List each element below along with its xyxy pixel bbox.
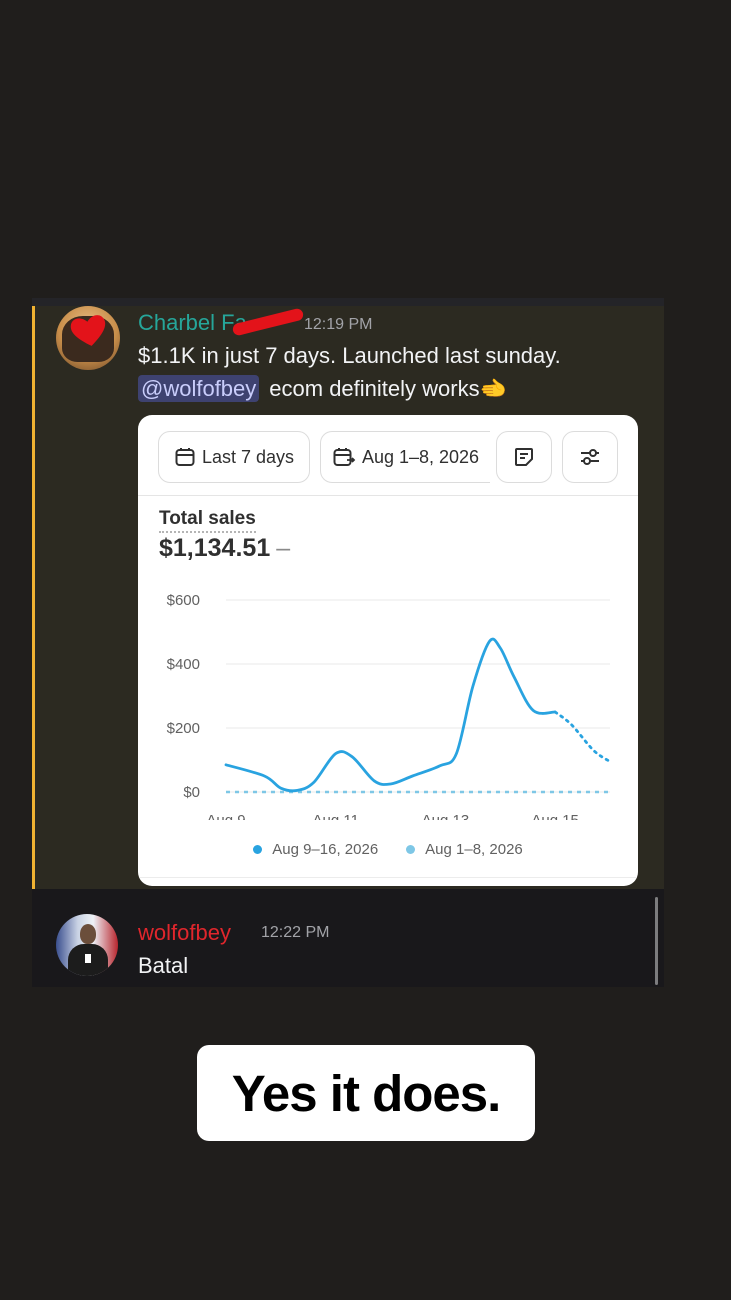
note-button[interactable] [496,431,552,483]
x-tick-label: Aug 13 [422,812,470,820]
message-text: $1.1K in just 7 days. Launched last sund… [138,343,561,368]
timestamp: 12:19 PM [304,316,373,333]
filter-settings-button[interactable] [562,431,618,483]
x-tick-label: Aug 11 [312,812,358,820]
chart-legend: Aug 9–16, 2026 Aug 1–8, 2026 [138,841,638,858]
sliders-icon [581,449,599,465]
date-range-label: Last 7 days [201,446,295,467]
attached-image[interactable]: Last 7 days Aug 1–8, 2026 Total sales $1… [138,415,638,886]
compare-range-label: Aug 1–8, 2026 [361,446,480,467]
series-line-current [224,637,557,793]
metric-label[interactable]: Total sales [159,508,256,533]
legend-label-previous: Aug 1–8, 2026 [425,841,523,858]
metric-value: $1,134.51– [159,534,290,563]
legend-dot-previous [406,845,416,854]
timestamp: 12:22 PM [261,924,330,941]
message-divider [32,298,664,306]
message: wolfofbey 12:22 PM Batal [32,889,664,987]
legend-item-previous: Aug 1–8, 2026 [406,841,523,858]
user-mention[interactable]: @wolfofbey [138,375,260,402]
legend-dot-current [253,845,263,854]
avatar-badge [85,954,91,963]
note-icon [515,448,533,466]
y-tick-label: $600 [167,592,200,609]
y-tick-label: $400 [167,656,200,673]
toolbar-divider [138,495,638,496]
avatar[interactable] [56,306,120,370]
heart-icon [70,315,106,346]
avatar[interactable] [56,914,118,976]
legend-item-current: Aug 9–16, 2026 [253,841,378,858]
metric-change: – [276,534,291,562]
story-caption: Yes it does. [197,1045,535,1141]
username[interactable]: wolfofbey [138,920,231,946]
calendar-icon [175,448,195,466]
x-tick-label: Aug 15 [531,812,579,820]
message-text-part: ecom definitely works [269,376,480,401]
card-bottom-divider [138,877,638,878]
avatar-head [80,924,96,944]
date-range-button[interactable]: Last 7 days [158,431,310,483]
series-line-current-projected [553,710,612,763]
y-tick-label: $0 [183,784,200,801]
y-tick-label: $200 [167,720,200,737]
message-text: Batal [138,953,189,978]
calendar-compare-icon [333,448,356,466]
pointing-hand-emoji: 🫲 [479,377,507,402]
x-tick-label: Aug 9 [206,812,245,820]
mention-highlight-bar [32,306,35,889]
scrollbar[interactable] [655,897,658,985]
username[interactable]: Charbel Fa [138,310,247,336]
message-highlighted: Charbel Fa 12:19 PM $1.1K in just 7 days… [32,298,664,889]
metric-value-number: $1,134.51 [159,534,271,562]
message-text-line2: @wolfofbey ecom definitely works🫲 [138,375,507,402]
legend-label-current: Aug 9–16, 2026 [272,841,379,858]
compare-range-button[interactable]: Aug 1–8, 2026 [320,431,490,483]
sales-line-chart: $600 $400 $200 $0 Aug 9 Aug 11 Aug 13 Aug 15 [167,592,612,820]
